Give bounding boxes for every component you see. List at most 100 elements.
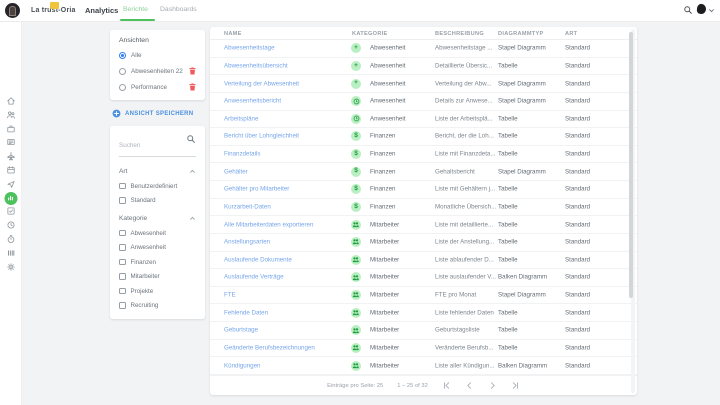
table-row[interactable]: Anstellungsarten Mitarbeiter Liste der A… [210, 234, 637, 252]
table-row[interactable]: FTE Mitarbeiter FTE pro Monat Stapel Dia… [210, 287, 637, 305]
checkbox[interactable] [119, 259, 126, 266]
table-row[interactable]: Bericht über Lohngleichheit $ Finanzen B… [210, 128, 637, 146]
checkbox[interactable] [119, 230, 126, 237]
table-row[interactable]: Kurzarbeit-Daten $ Finanzen Monatliche Ü… [210, 199, 637, 217]
table-row[interactable]: Abwesenheitsübersicht + Abwesenheit Deta… [210, 58, 637, 76]
report-name-link[interactable]: Abwesenheitstage [224, 45, 275, 52]
report-name-link[interactable]: Finanzdetails [224, 151, 260, 158]
filter-checkbox-standard[interactable]: Standard [119, 197, 196, 204]
category-people-icon [351, 290, 361, 300]
sidebar-item-gear[interactable] [5, 261, 17, 273]
report-name-link[interactable]: Verteilung der Abwesenheit [224, 80, 299, 87]
filter-checkbox-finanzen[interactable]: Finanzen [119, 259, 196, 266]
checkbox[interactable] [119, 302, 126, 309]
radio-button[interactable] [119, 68, 126, 75]
report-name-link[interactable]: Alle Mitarbeiterdaten exportieren [224, 221, 313, 228]
delete-view-icon[interactable] [189, 67, 196, 75]
sidebar-item-send[interactable] [5, 178, 17, 190]
filter-checkbox-abwesenheit[interactable]: Abwesenheit [119, 230, 196, 237]
filter-checkbox-benutzerdefiniert[interactable]: Benutzerdefiniert [119, 183, 196, 190]
table-row[interactable]: Auslaufende Dokumente Mitarbeiter Liste … [210, 252, 637, 270]
report-name-link[interactable]: Anwesenheitsbericht [224, 98, 281, 105]
view-option-1[interactable]: Abwesenheiten 22 [119, 67, 196, 75]
checkbox[interactable] [119, 197, 126, 204]
column-header-art[interactable]: ART [565, 31, 577, 37]
filter-section-art[interactable]: Art [119, 168, 196, 175]
filter-checkbox-anwesenheit[interactable]: Anwesenheit [119, 244, 196, 251]
report-name-link[interactable]: Auslaufende Dokumente [224, 256, 292, 263]
checkbox[interactable] [119, 288, 126, 295]
brand-logo[interactable] [5, 3, 20, 18]
prev-page-button[interactable] [465, 381, 474, 390]
report-name-link[interactable]: Anstellungsarten [224, 239, 270, 246]
last-page-button[interactable] [511, 381, 520, 390]
table-row[interactable]: Gehälter pro Mitarbeiter $ Finanzen List… [210, 181, 637, 199]
column-header-beschreibung[interactable]: BESCHREIBUNG [435, 31, 484, 37]
radio-button[interactable] [119, 52, 126, 59]
scrollbar-thumb[interactable] [629, 32, 633, 298]
column-header-kategorie[interactable]: KATEGORIE [352, 31, 388, 37]
table-row[interactable]: Geburtstage Mitarbeiter Geburtstagsliste… [210, 322, 637, 340]
report-name-link[interactable]: Abwesenheitsübersicht [224, 62, 288, 69]
search-icon[interactable] [683, 5, 693, 15]
sidebar-item-analytics[interactable] [4, 192, 17, 205]
view-option-2[interactable]: Performance [119, 83, 196, 91]
filter-section-kategorie[interactable]: Kategorie [119, 215, 196, 222]
report-name-link[interactable]: Kündigungen [224, 362, 260, 369]
report-name-link[interactable]: Kurzarbeit-Daten [224, 203, 271, 210]
tab-berichte[interactable]: Berichte [123, 6, 148, 13]
delete-view-icon[interactable] [189, 83, 196, 91]
report-name-link[interactable]: Geburtstage [224, 327, 258, 334]
sidebar-item-home[interactable] [5, 95, 17, 107]
sidebar-item-users[interactable] [5, 109, 17, 121]
chevron-up-icon[interactable] [189, 215, 196, 222]
table-row[interactable]: Kündigungen Mitarbeiter Liste aller Künd… [210, 357, 637, 375]
filter-checkbox-recruiting[interactable]: Recruiting [119, 302, 196, 309]
report-name-link[interactable]: Gehälter pro Mitarbeiter [224, 186, 289, 193]
table-row[interactable]: Geänderte Berufsbezeichnungen Mitarbeite… [210, 340, 637, 358]
checkbox[interactable] [119, 273, 126, 280]
table-row[interactable]: Gehälter $ Finanzen Gehaltsbericht Stape… [210, 163, 637, 181]
table-row[interactable]: Finanzdetails $ Finanzen Liste mit Finan… [210, 146, 637, 164]
table-row[interactable]: Anwesenheitsbericht Anwesenheit Details … [210, 93, 637, 111]
sidebar-item-tasks[interactable] [5, 205, 17, 217]
save-view-button[interactable]: ANSICHT SPEICHERN [112, 109, 193, 118]
chevron-down-icon[interactable] [708, 7, 715, 14]
checkbox[interactable] [119, 244, 126, 251]
report-name-link[interactable]: Gehälter [224, 168, 248, 175]
table-row[interactable]: Fehlende Daten Mitarbeiter Liste fehlend… [210, 304, 637, 322]
table-row[interactable]: Alle Mitarbeiterdaten exportieren Mitarb… [210, 216, 637, 234]
table-row[interactable]: Abwesenheitstage + Abwesenheit Abwesenhe… [210, 40, 637, 58]
view-option-0[interactable]: Alle [119, 52, 196, 59]
report-name-link[interactable]: Geänderte Berufsbezeichnungen [224, 344, 315, 351]
sidebar-item-news[interactable] [5, 136, 17, 148]
table-scrollbar[interactable] [631, 29, 635, 393]
report-name-link[interactable]: Fehlende Daten [224, 309, 268, 316]
per-page-value[interactable]: 25 [377, 383, 383, 389]
report-name-link[interactable]: Arbeitspläne [224, 115, 258, 122]
sidebar-item-briefcase[interactable] [5, 123, 17, 135]
sidebar-item-stopwatch[interactable] [5, 233, 17, 245]
next-page-button[interactable] [488, 381, 497, 390]
sidebar-item-clock[interactable] [5, 219, 17, 231]
tab-dashboards[interactable]: Dashboards [160, 6, 197, 13]
chevron-up-icon[interactable] [189, 168, 196, 175]
report-name-link[interactable]: Bericht über Lohngleichheit [224, 133, 299, 140]
filter-checkbox-projekte[interactable]: Projekte [119, 288, 196, 295]
table-row[interactable]: Verteilung der Abwesenheit + Abwesenheit… [210, 75, 637, 93]
search-input[interactable] [119, 142, 196, 149]
column-header-diagrammtyp[interactable]: DIAGRAMMTYP [498, 31, 544, 37]
column-header-name[interactable]: NAME [224, 31, 242, 37]
radio-button[interactable] [119, 84, 126, 91]
table-row[interactable]: Auslaufende Verträge Mitarbeiter Liste a… [210, 269, 637, 287]
report-name-link[interactable]: FTE [224, 292, 236, 299]
first-page-button[interactable] [442, 381, 451, 390]
checkbox[interactable] [119, 183, 126, 190]
table-row[interactable]: Arbeitspläne Anwesenheit Liste der Arbei… [210, 111, 637, 129]
sidebar-item-calendar[interactable] [5, 164, 17, 176]
sidebar-item-barcode[interactable] [5, 247, 17, 259]
sidebar-item-plane[interactable] [5, 150, 17, 162]
filter-checkbox-mitarbeiter[interactable]: Mitarbeiter [119, 273, 196, 280]
user-avatar[interactable] [696, 3, 706, 14]
report-name-link[interactable]: Auslaufende Verträge [224, 274, 284, 281]
